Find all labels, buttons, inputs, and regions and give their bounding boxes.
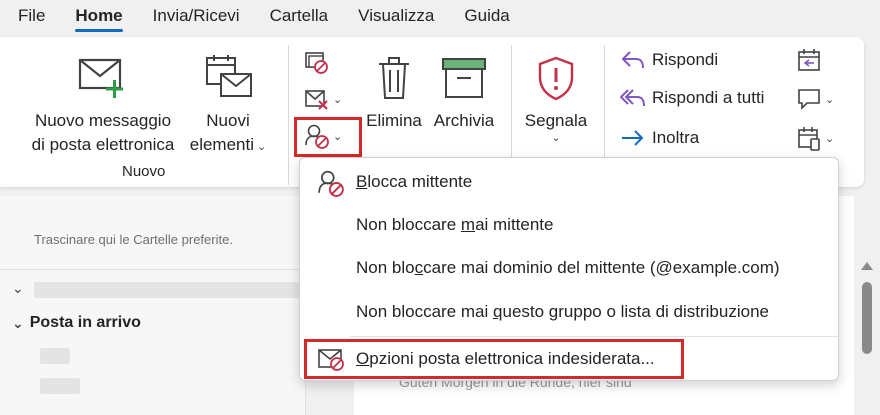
new-email-button[interactable]: Nuovo messaggio di posta elettronica: [18, 47, 188, 157]
label-part: uesto gruppo o lista di distribuzione: [502, 302, 769, 321]
menu-item-never-block-sender[interactable]: Non bloccare mai mittente: [300, 204, 838, 246]
label-part: locca mittente: [367, 172, 473, 191]
chevron-down-icon: ⌄: [257, 141, 267, 153]
tab-file[interactable]: File: [0, 0, 60, 36]
new-items-icon: [203, 47, 253, 109]
new-mail-icon: [77, 47, 129, 109]
separator: [350, 336, 838, 337]
menu-item-label: Non bloccare mai questo gruppo o lista d…: [356, 302, 769, 322]
report-button[interactable]: Segnala ⌄: [520, 47, 592, 144]
separator: [0, 269, 306, 270]
reply-button[interactable]: Rispondi: [620, 49, 718, 71]
new-items-button[interactable]: Nuovi elementi ⌄: [180, 47, 276, 159]
tab-view[interactable]: Visualizza: [343, 0, 449, 36]
separator: [288, 45, 289, 185]
redacted-account-name: [34, 282, 304, 298]
chevron-down-icon: ⌄: [333, 93, 343, 106]
delete-label: Elimina: [366, 111, 422, 130]
label-part: care mai dominio del mittente (@example.…: [423, 258, 780, 277]
more-respond-button[interactable]: ⌄: [796, 125, 834, 151]
delete-button[interactable]: Elimina: [364, 47, 424, 133]
archive-button[interactable]: Archivia: [430, 47, 498, 133]
menu-tabs: File Home Invia/Ricevi Cartella Visualiz…: [0, 0, 880, 36]
folder-inbox-label: Posta in arrivo: [29, 314, 141, 331]
shield-icon: [536, 47, 576, 109]
menu-item-block-sender[interactable]: Blocca mittente: [300, 161, 838, 203]
tab-folder[interactable]: Cartella: [255, 0, 344, 36]
label-accel: B: [356, 172, 368, 191]
chevron-down-icon: ⌄: [825, 93, 835, 106]
reply-all-icon: [620, 89, 645, 107]
navigation-pane: Trascinare qui le Cartelle preferite. ⌄ …: [0, 196, 306, 415]
group-label-new: Nuovo: [122, 163, 166, 180]
new-items-label-1: Nuovi: [206, 111, 250, 130]
tab-send-receive[interactable]: Invia/Ricevi: [138, 0, 255, 36]
forward-button[interactable]: Inoltra: [620, 127, 699, 149]
forward-icon: [622, 130, 644, 146]
favorites-drop-hint: Trascinare qui le Cartelle preferite.: [34, 232, 233, 247]
clean-up-icon: [305, 90, 328, 110]
chevron-down-icon: ⌄: [551, 132, 561, 144]
chat-icon: [798, 89, 820, 110]
calendar-phone-icon: [798, 127, 820, 151]
reply-all-button[interactable]: Rispondi a tutti: [620, 87, 764, 109]
chevron-down-icon: ⌄: [825, 132, 835, 145]
meeting-button[interactable]: [796, 47, 822, 73]
menu-item-never-block-group[interactable]: Non bloccare mai questo gruppo o lista d…: [300, 291, 838, 333]
report-label: Segnala: [524, 111, 588, 130]
redacted-subfolder: [40, 348, 70, 364]
chevron-down-icon: ⌄: [12, 314, 24, 331]
forward-label: Inoltra: [652, 128, 700, 147]
reply-icon: [621, 51, 644, 69]
label-part: Non bloccare mai: [356, 302, 494, 321]
tab-home[interactable]: Home: [60, 0, 137, 36]
calendar-reply-icon: [798, 49, 820, 71]
trash-icon: [377, 47, 411, 109]
account-row[interactable]: ⌄: [12, 280, 30, 297]
new-email-label-2: di posta elettronica: [31, 135, 175, 154]
new-items-label-2: elementi ⌄: [190, 133, 266, 159]
junk-button-highlight: [294, 117, 362, 157]
scrollbar-thumb[interactable]: [862, 282, 872, 354]
folder-inbox[interactable]: ⌄ Posta in arrivo: [12, 314, 141, 332]
junk-options-highlight: [304, 339, 684, 379]
scroll-up-icon[interactable]: [861, 262, 873, 270]
reply-label: Rispondi: [652, 50, 719, 69]
label-accel: m: [460, 215, 476, 234]
label-part: Non bloccare: [356, 215, 461, 234]
clean-up-button[interactable]: ⌄: [304, 87, 342, 111]
ignore-button[interactable]: [304, 51, 330, 75]
menu-item-label: Blocca mittente: [356, 172, 472, 192]
label-accel: c: [414, 258, 424, 277]
tab-help[interactable]: Guida: [449, 0, 524, 36]
ignore-icon: [305, 52, 328, 74]
new-items-label-text: elementi: [189, 135, 255, 154]
reply-all-label: Rispondi a tutti: [652, 88, 765, 107]
new-email-label-1: Nuovo messaggio: [34, 111, 172, 130]
label-part: ai mittente: [475, 215, 554, 234]
block-sender-icon: [318, 170, 344, 197]
chevron-down-icon: ⌄: [12, 280, 24, 296]
menu-item-label: Non bloccare mai mittente: [356, 215, 554, 235]
archive-icon: [441, 47, 487, 109]
menu-item-label: Non bloccare mai dominio del mittente (@…: [356, 258, 780, 278]
label-part: Non blo: [356, 258, 415, 277]
im-button[interactable]: ⌄: [796, 87, 834, 111]
redacted-subfolder: [40, 378, 80, 394]
archive-label: Archivia: [433, 111, 495, 130]
menu-item-never-block-domain[interactable]: Non bloccare mai dominio del mittente (@…: [300, 247, 838, 289]
